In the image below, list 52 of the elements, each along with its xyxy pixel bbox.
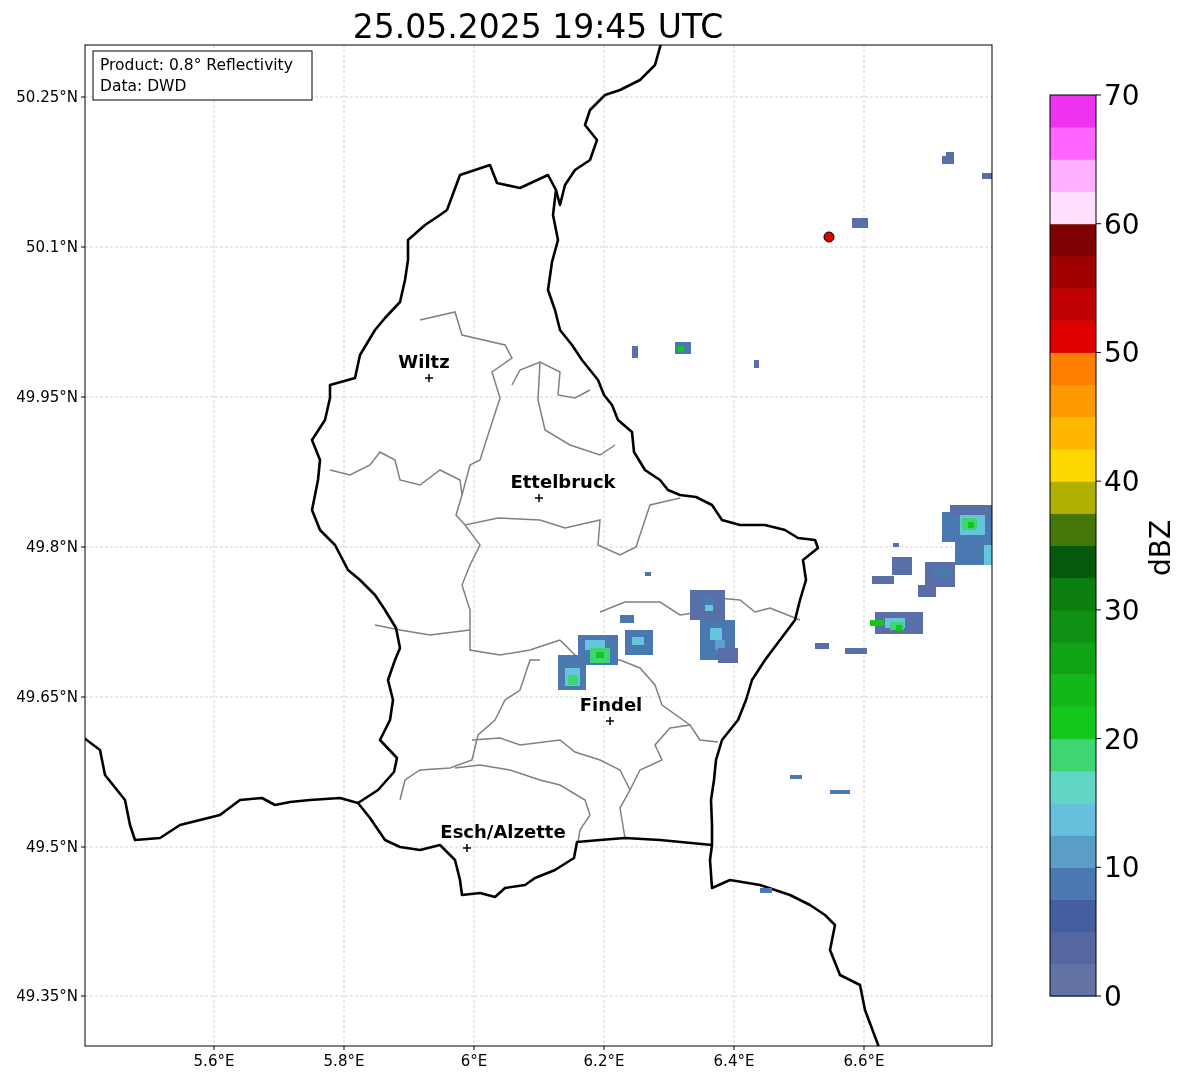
tick-label: 5.6°E xyxy=(193,1052,235,1070)
tick-label: 6.2°E xyxy=(583,1052,625,1070)
radar-echo xyxy=(872,543,912,584)
radar-echo xyxy=(578,635,618,665)
radar-echo xyxy=(632,346,638,358)
radar-echo xyxy=(645,572,651,576)
colorbar-label: dBZ xyxy=(1144,519,1177,577)
chart-title: 25.05.2025 19:45 UTC xyxy=(352,7,724,46)
radar-echo xyxy=(870,612,923,634)
colorbar-tick-label: 70 xyxy=(1104,79,1140,112)
tick-label: 49.5°N xyxy=(25,838,78,856)
radar-echo xyxy=(620,615,634,623)
radar-echo xyxy=(815,643,829,649)
info-text: Product: 0.8° Reflectivity xyxy=(100,56,293,74)
radar-echo xyxy=(982,173,992,179)
radar-echo xyxy=(852,218,868,228)
city-marker-icon xyxy=(462,843,472,853)
tick-label: 49.35°N xyxy=(16,987,78,1005)
colorbar-tick-label: 40 xyxy=(1104,465,1140,499)
info-text: Data: DWD xyxy=(100,77,187,95)
tick-label: 6°E xyxy=(460,1052,488,1070)
radar-echo xyxy=(558,655,586,690)
tick-label: 49.8°N xyxy=(25,538,78,556)
radar-echo xyxy=(942,152,954,164)
city-marker-icon xyxy=(534,493,544,503)
tick-label: 50.25°N xyxy=(16,88,78,106)
colorbar-tick-label: 30 xyxy=(1104,593,1140,627)
city-label: Wiltz xyxy=(398,351,450,372)
location-marker-icon xyxy=(823,231,835,243)
radar-echo xyxy=(830,790,850,794)
tick-label: 50.1°N xyxy=(25,238,78,256)
tick-label: 49.95°N xyxy=(16,388,78,406)
radar-echo xyxy=(675,342,691,354)
radar-echo xyxy=(845,648,867,654)
radar-echo xyxy=(790,775,802,779)
tick-label: 6.6°E xyxy=(843,1052,885,1070)
city-marker-icon xyxy=(424,373,434,383)
radar-echo xyxy=(625,630,653,655)
colorbar-tick-label: 10 xyxy=(1104,851,1140,885)
city-label: Ettelbruck xyxy=(510,471,616,492)
city-marker-icon xyxy=(605,716,615,726)
colorbar-tick-label: 60 xyxy=(1104,207,1140,241)
radar-echo xyxy=(760,888,772,893)
colorbar-tick-label: 50 xyxy=(1104,336,1140,370)
colorbar-tick-label: 0 xyxy=(1104,980,1122,1013)
city-label: Findel xyxy=(579,694,643,715)
city-label: Esch/Alzette xyxy=(440,821,566,842)
tick-label: 6.4°E xyxy=(713,1052,755,1070)
tick-label: 5.8°E xyxy=(323,1052,365,1070)
tick-label: 49.65°N xyxy=(16,688,78,706)
radar-echo xyxy=(754,360,759,368)
colorbar-tick-label: 20 xyxy=(1104,722,1140,756)
